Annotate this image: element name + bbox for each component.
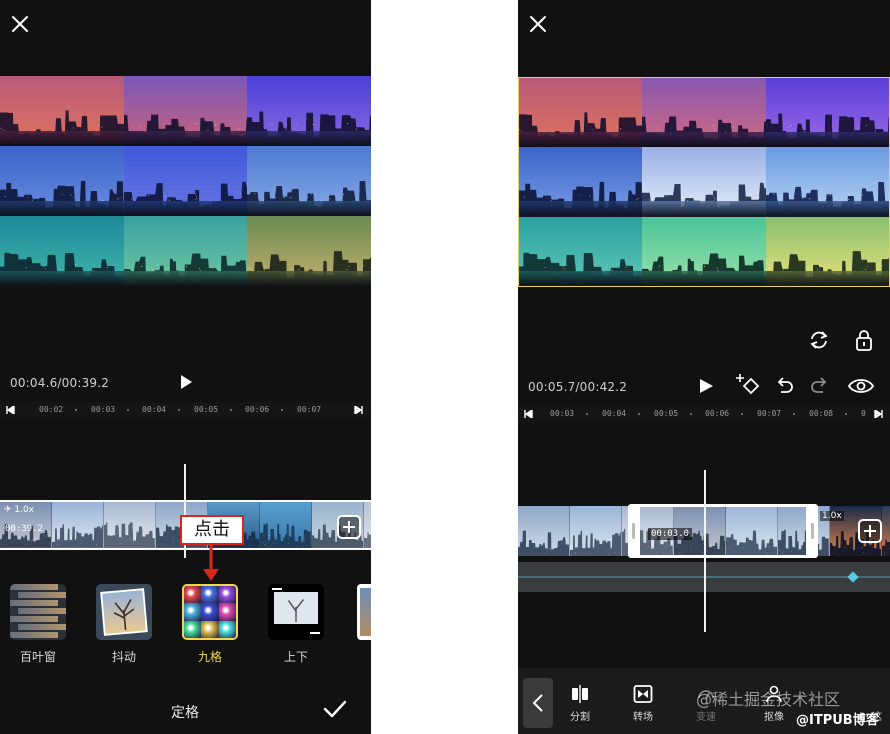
lock-icon[interactable] (855, 329, 873, 351)
animation-option-up-down[interactable]: 上下 (266, 584, 326, 665)
ruler-tick: 00:02 (39, 405, 64, 414)
tool-label: 抠像 (764, 712, 784, 723)
grid-cell (123, 146, 248, 216)
grid-cell (0, 146, 124, 216)
ruler-tick: 00:08 (809, 409, 834, 418)
redo-icon[interactable] (810, 377, 828, 395)
animation-label: 百叶窗 (19, 650, 56, 664)
callout-label: 点击 (180, 515, 244, 545)
skip-start-icon[interactable] (524, 410, 533, 418)
animation-option-partial[interactable] (357, 584, 371, 640)
grid-cell (519, 147, 643, 217)
playhead[interactable] (704, 470, 706, 632)
close-icon[interactable] (10, 14, 30, 34)
timeline-ruler: 00:02 00:03 00:04 00:05 00:06 00:07 (0, 402, 371, 418)
trim-handle-right[interactable] (811, 523, 814, 539)
skip-end-icon[interactable] (354, 406, 363, 414)
tool-split[interactable]: 分割 (555, 684, 605, 723)
play-icon[interactable] (178, 374, 194, 390)
animation-option-blinds[interactable]: 百叶窗 (8, 584, 68, 665)
watermark-juejin: @稀土掘金技术社区 (696, 690, 841, 709)
transition-icon (633, 685, 653, 703)
tool-label: 转场 (633, 712, 653, 723)
grid-cell (765, 216, 889, 286)
watermark-itpub: @ITPUB博客 (796, 713, 879, 728)
grid-cell (519, 216, 643, 286)
nine-grid-thumbnail (182, 584, 238, 640)
clip-frame (518, 506, 570, 556)
clip-frame (882, 506, 890, 556)
ruler-tick: 0 (861, 409, 866, 418)
clip-duration-badge: 00:03.0 (648, 528, 692, 540)
close-icon[interactable] (528, 14, 548, 34)
confirm-check-icon[interactable] (323, 699, 347, 719)
split-icon (572, 685, 588, 703)
skip-start-icon[interactable] (6, 406, 15, 414)
undo-icon[interactable] (776, 377, 794, 395)
nine-grid-preview (0, 76, 371, 286)
clip-duration-badge: 00:39.2 (5, 524, 43, 534)
grid-cell (765, 78, 889, 148)
back-button[interactable] (523, 678, 553, 728)
clip-frame (52, 502, 104, 548)
ruler-tick: 00:07 (757, 409, 782, 418)
animation-option-nine-grid[interactable]: 九格 (180, 584, 240, 665)
grid-cell (765, 147, 889, 217)
blinds-thumbnail (10, 584, 66, 640)
grid-cell (247, 76, 371, 146)
grid-cell (519, 78, 643, 148)
left-phone-screen: 00:04.6/00:39.2 00:02 00:03 00:04 00:05 … (0, 0, 371, 734)
keyframe-marker[interactable] (847, 571, 859, 583)
tool-label: 变速 (696, 712, 716, 723)
nine-grid-preview (518, 77, 890, 287)
ruler-tick: 00:05 (654, 409, 679, 418)
grid-cell (0, 216, 124, 286)
time-display: 00:05.7/00:42.2 (528, 380, 628, 394)
ruler-tick: 00:04 (142, 405, 167, 414)
skip-end-icon[interactable] (874, 410, 883, 418)
grid-cell (642, 78, 766, 148)
ruler-tick: 00:05 (194, 405, 219, 414)
chevron-left-icon (532, 694, 543, 712)
panel-title: 定格 (171, 705, 199, 721)
grid-cell (123, 216, 248, 286)
grid-cell (247, 216, 371, 286)
animation-label: 上下 (283, 650, 308, 664)
ruler-tick: 00:07 (297, 405, 322, 414)
ruler-tick: 00:06 (705, 409, 730, 418)
animation-label: 抖动 (111, 650, 136, 664)
grid-cell (247, 146, 371, 216)
grid-cell (0, 76, 124, 146)
timeline-ruler: 00:03 00:04 00:05 00:06 00:07 00:08 0 (518, 406, 890, 422)
up-down-thumbnail (268, 584, 324, 640)
clip-frame (104, 502, 156, 548)
clip-frame (260, 502, 312, 548)
preview-eye-icon[interactable] (848, 377, 874, 395)
arrow-down-icon (203, 545, 219, 581)
rotate-icon[interactable] (808, 330, 830, 350)
shake-thumbnail (96, 584, 152, 640)
animation-label: 九格 (197, 650, 222, 664)
tool-transition[interactable]: 转场 (618, 684, 668, 723)
grid-cell (642, 216, 766, 286)
ruler-tick: 00:03 (91, 405, 116, 414)
keyframe-add-icon[interactable] (736, 373, 762, 397)
animation-option-shake[interactable]: 抖动 (94, 584, 154, 665)
grid-cell (123, 76, 248, 146)
ruler-tick: 00:03 (550, 409, 575, 418)
ruler-tick: 00:06 (245, 405, 270, 414)
tool-label: 分割 (570, 712, 590, 723)
trim-handle-left[interactable] (632, 523, 635, 539)
clip-speed-badge: ✈ 1.0x (4, 505, 35, 515)
clip-frame (570, 506, 622, 556)
time-display: 00:04.6/00:39.2 (10, 376, 110, 390)
add-clip-button[interactable] (337, 515, 361, 539)
ruler-tick: 00:04 (602, 409, 627, 418)
clip-speed-badge: 1.0x (820, 511, 844, 521)
clip-frame (364, 502, 371, 548)
play-icon[interactable] (698, 378, 714, 394)
add-clip-button[interactable] (858, 519, 882, 543)
grid-cell (642, 147, 766, 217)
right-phone-screen: 00:05.7/00:42.2 00:03 00:04 00:05 00:06 … (518, 0, 890, 734)
